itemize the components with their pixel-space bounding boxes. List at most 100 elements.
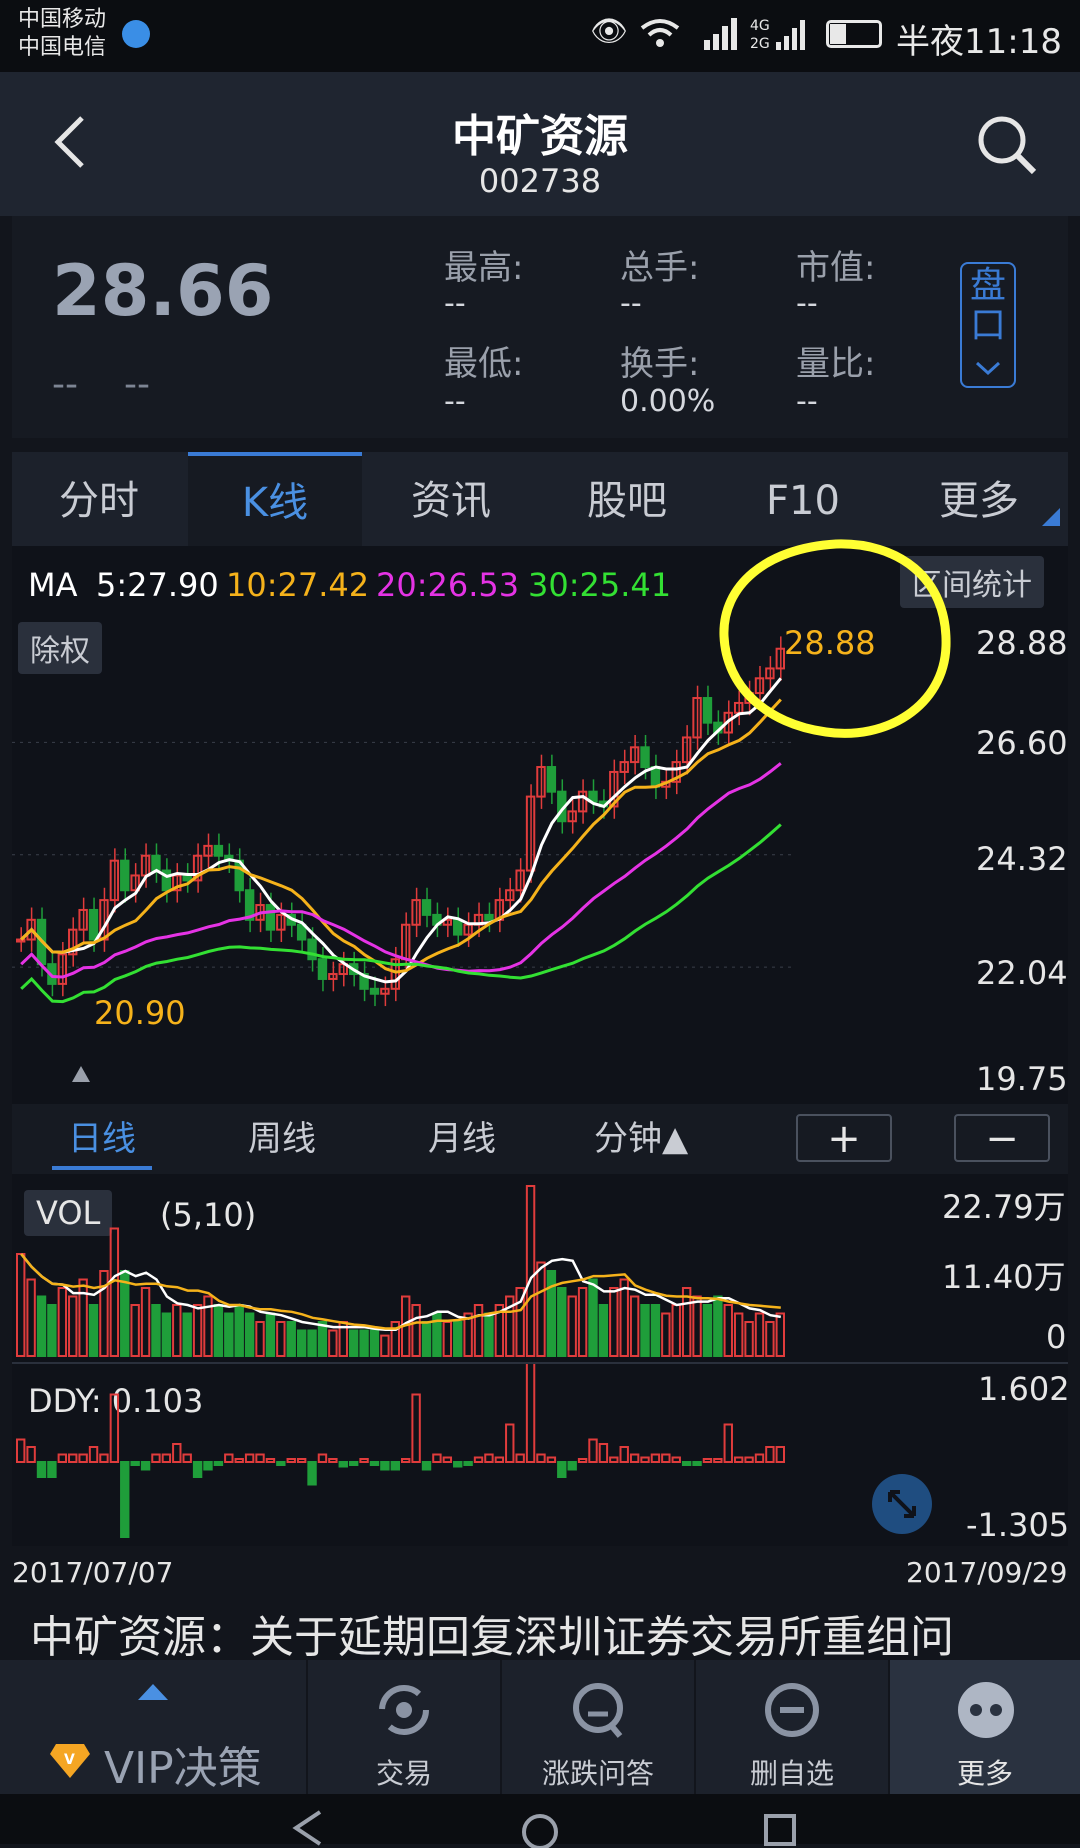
ddy-bar — [598, 1443, 609, 1463]
volume-bar — [244, 1312, 255, 1357]
nav-qa[interactable]: 涨跌问答 — [502, 1660, 694, 1794]
volume-bar — [109, 1227, 120, 1357]
volume-chart[interactable] — [12, 1176, 1068, 1362]
volume-bar — [359, 1329, 369, 1357]
order-book-label-1: 盘 — [969, 265, 1006, 306]
volume-bar — [348, 1329, 359, 1357]
volume-bar — [172, 1304, 182, 1357]
volume-bar — [224, 1312, 234, 1357]
chevron-down-icon — [975, 361, 1001, 376]
period-daily[interactable]: 日线 — [68, 1104, 136, 1174]
ddy-bar — [140, 1461, 151, 1471]
ddy-bar — [401, 1458, 411, 1463]
low-marker: 20.90 — [94, 994, 186, 1032]
market-cap-value: -- — [796, 286, 818, 321]
volume-bar — [484, 1312, 494, 1357]
low-triangle-icon — [72, 1066, 90, 1086]
nav-remove-favorite[interactable]: 删自选 — [696, 1660, 888, 1794]
ddy-bar — [629, 1453, 640, 1463]
volume-bar — [140, 1287, 151, 1357]
period-monthly[interactable]: 月线 — [428, 1104, 496, 1174]
ddy-bar — [567, 1461, 577, 1471]
ddy-bar — [276, 1461, 286, 1466]
start-date: 2017/07/07 — [12, 1556, 174, 1589]
annotation-circle — [719, 539, 951, 738]
ddy-bar — [733, 1456, 744, 1463]
ddy-bar — [338, 1461, 348, 1468]
volume-bar — [182, 1312, 192, 1357]
ma5-value: 5:27.90 — [96, 566, 219, 604]
volume-bar — [733, 1312, 744, 1357]
end-date: 2017/09/29 — [906, 1556, 1068, 1589]
ddy-bar — [505, 1423, 515, 1463]
volume-bar — [265, 1312, 276, 1357]
tab-forum[interactable]: 股吧 — [540, 452, 714, 546]
ddy-bar — [78, 1453, 88, 1463]
qa-icon — [573, 1683, 623, 1738]
ddy-bar — [109, 1393, 120, 1463]
ddy-bar — [182, 1453, 192, 1463]
expand-icon — [888, 1490, 916, 1518]
ddy-bar — [525, 1364, 536, 1463]
ddy-bar — [296, 1458, 307, 1463]
volume-bar — [161, 1312, 172, 1357]
zoom-out-button[interactable]: − — [954, 1114, 1050, 1162]
nav-trade[interactable]: 交易 — [308, 1660, 500, 1794]
tab-news[interactable]: 资讯 — [364, 452, 538, 546]
low-label: 最低: — [444, 344, 524, 384]
system-recents-icon[interactable] — [760, 1808, 800, 1848]
bottom-nav: V VIP决策 交易 涨跌问答 删自选 更多 — [0, 1660, 1080, 1794]
y-tick-3: 24.32 — [976, 840, 1068, 878]
volume-bar — [234, 1304, 244, 1357]
nav-more[interactable]: 更多 — [890, 1660, 1080, 1794]
period-minute[interactable]: 分钟▲ — [594, 1104, 688, 1174]
period-weekly[interactable]: 周线 — [248, 1104, 316, 1174]
volume-bar — [775, 1312, 786, 1357]
ddy-bar — [577, 1458, 588, 1463]
ddy-bar — [515, 1453, 525, 1463]
ddy-bar — [120, 1461, 130, 1538]
ma10-value: 10:27.42 — [226, 566, 370, 604]
candle-body — [484, 913, 494, 921]
order-book-label-2: 口 — [969, 305, 1006, 346]
news-headline[interactable]: 中矿资源：关于延期回复深圳证券交易所重组问 — [30, 1608, 1050, 1656]
volume-bar — [619, 1278, 629, 1357]
search-icon[interactable] — [976, 114, 1038, 176]
volume-bar — [723, 1304, 733, 1357]
ddy-bar — [494, 1456, 505, 1463]
trade-refresh-icon — [379, 1685, 429, 1735]
zoom-in-button[interactable]: + — [796, 1114, 892, 1162]
ddy-bar — [390, 1461, 401, 1471]
volume-bar — [536, 1261, 546, 1357]
volume-bar — [629, 1295, 640, 1357]
ddy-bar — [609, 1456, 619, 1463]
ddy-bar — [57, 1453, 68, 1463]
system-back-icon[interactable] — [290, 1808, 330, 1848]
volume-bar — [744, 1321, 754, 1357]
ddy-bar — [68, 1453, 78, 1463]
volume-bar — [640, 1304, 650, 1357]
stock-code: 002738 — [478, 162, 602, 200]
carrier-2: 中国电信 — [18, 35, 107, 60]
fullscreen-button[interactable] — [872, 1474, 932, 1534]
nav-vip[interactable]: V VIP决策 — [0, 1660, 306, 1794]
volume-bar — [567, 1295, 577, 1357]
volume-bar — [557, 1287, 567, 1357]
tab-bar: 分时 K线 资讯 股吧 F10 更多 — [12, 452, 1068, 550]
tab-kline[interactable]: K线 — [188, 452, 362, 550]
ddy-bar — [640, 1456, 650, 1463]
wifi-icon — [640, 16, 680, 50]
system-home-icon[interactable] — [520, 1808, 560, 1848]
volume-bar — [661, 1312, 671, 1357]
nav-trade-label: 交易 — [375, 1757, 432, 1790]
tab-intraday[interactable]: 分时 — [12, 452, 186, 546]
order-book-button[interactable]: 盘 口 — [960, 262, 1016, 388]
tab-f10[interactable]: F10 — [716, 452, 890, 546]
low-value: -- — [444, 384, 466, 419]
tab-more[interactable]: 更多 — [892, 452, 1066, 546]
volume-bar — [296, 1329, 307, 1357]
app-notification-icon — [122, 20, 150, 48]
volume-bar — [68, 1295, 78, 1357]
svg-text:V: V — [64, 1752, 75, 1768]
ddy-bar — [619, 1446, 629, 1463]
